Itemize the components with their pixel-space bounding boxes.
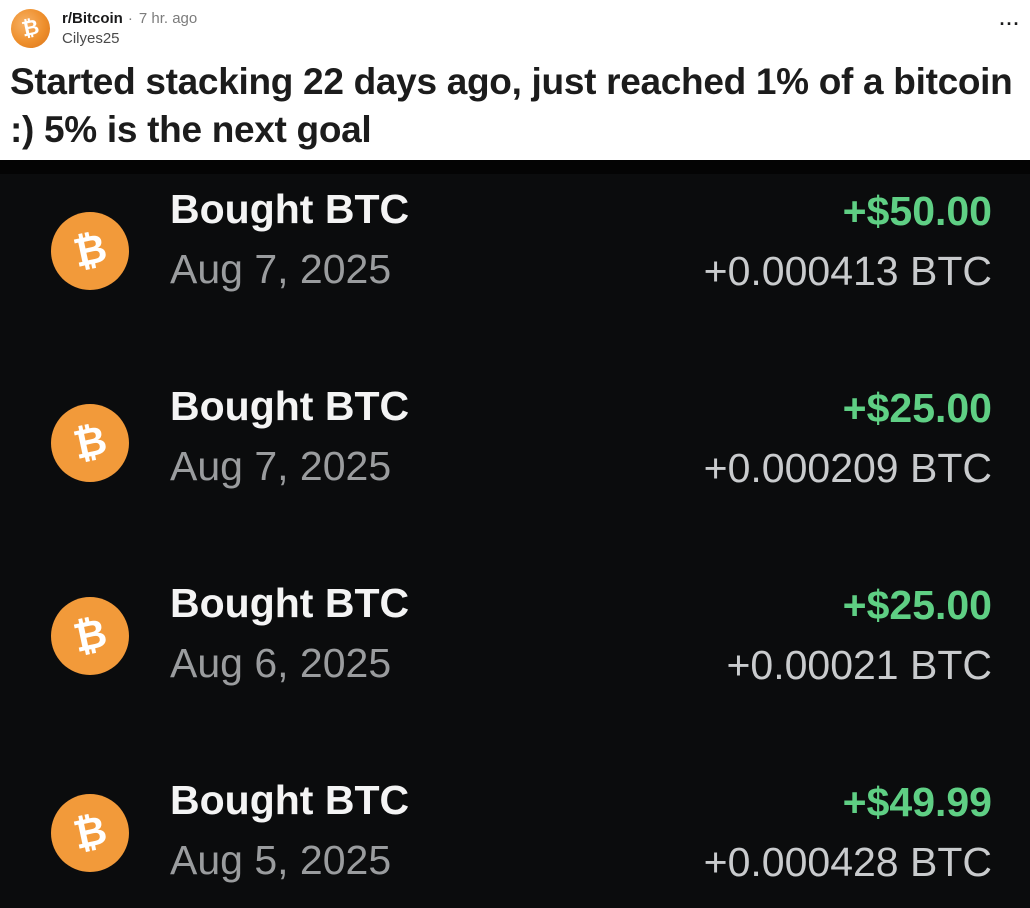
meta-separator: · [127,9,133,27]
transaction-usd-amount: +$50.00 [842,188,992,234]
post-image[interactable]: ₿ Bought BTC Aug 7, 2025 +$50.00 +0.0004… [0,160,1030,908]
transaction-row[interactable]: ₿ Bought BTC Aug 6, 2025 +$25.00 +0.0002… [0,564,1030,704]
transaction-row[interactable]: ₿ Bought BTC Aug 7, 2025 +$50.00 +0.0004… [0,170,1030,310]
subreddit-link[interactable]: r/Bitcoin [62,10,123,27]
transaction-date: Aug 7, 2025 [170,246,392,292]
transaction-usd-amount: +$25.00 [842,385,992,431]
author-link[interactable]: Cilyes25 [62,30,120,47]
post-timestamp: 7 hr. ago [138,9,198,27]
transaction-usd-amount: +$25.00 [842,582,992,628]
post-meta: r/Bitcoin · 7 hr. ago [62,8,197,28]
transaction-date: Aug 7, 2025 [170,443,392,489]
transaction-btc-amount: +0.00021 BTC [726,642,992,688]
bitcoin-icon: ₿ [51,794,129,872]
transaction-btc-amount: +0.000413 BTC [703,248,992,294]
transaction-row[interactable]: ₿ Bought BTC Aug 5, 2025 +$49.99 +0.0004… [0,761,1030,901]
bitcoin-icon: ₿ [51,597,129,675]
transaction-btc-amount: +0.000428 BTC [703,839,992,885]
post-title[interactable]: Started stacking 22 days ago, just reach… [10,58,1020,154]
transaction-row[interactable]: ₿ Bought BTC Aug 7, 2025 +$25.00 +0.0002… [0,367,1030,507]
transaction-date: Aug 6, 2025 [170,640,392,686]
transaction-usd-amount: +$49.99 [842,779,992,825]
transaction-date: Aug 5, 2025 [170,837,392,883]
bitcoin-icon: ₿ [51,404,129,482]
more-options-button[interactable]: ··· [998,12,1022,36]
bitcoin-icon: ₿ [51,212,129,290]
subreddit-avatar[interactable]: ₿ [7,5,54,52]
transaction-label: Bought BTC [170,383,410,429]
transaction-label: Bought BTC [170,580,410,626]
transaction-label: Bought BTC [170,186,410,232]
transaction-label: Bought BTC [170,777,410,823]
post-header: ₿ r/Bitcoin · 7 hr. ago Cilyes25 ··· Sta… [0,0,1030,160]
transaction-btc-amount: +0.000209 BTC [703,445,992,491]
